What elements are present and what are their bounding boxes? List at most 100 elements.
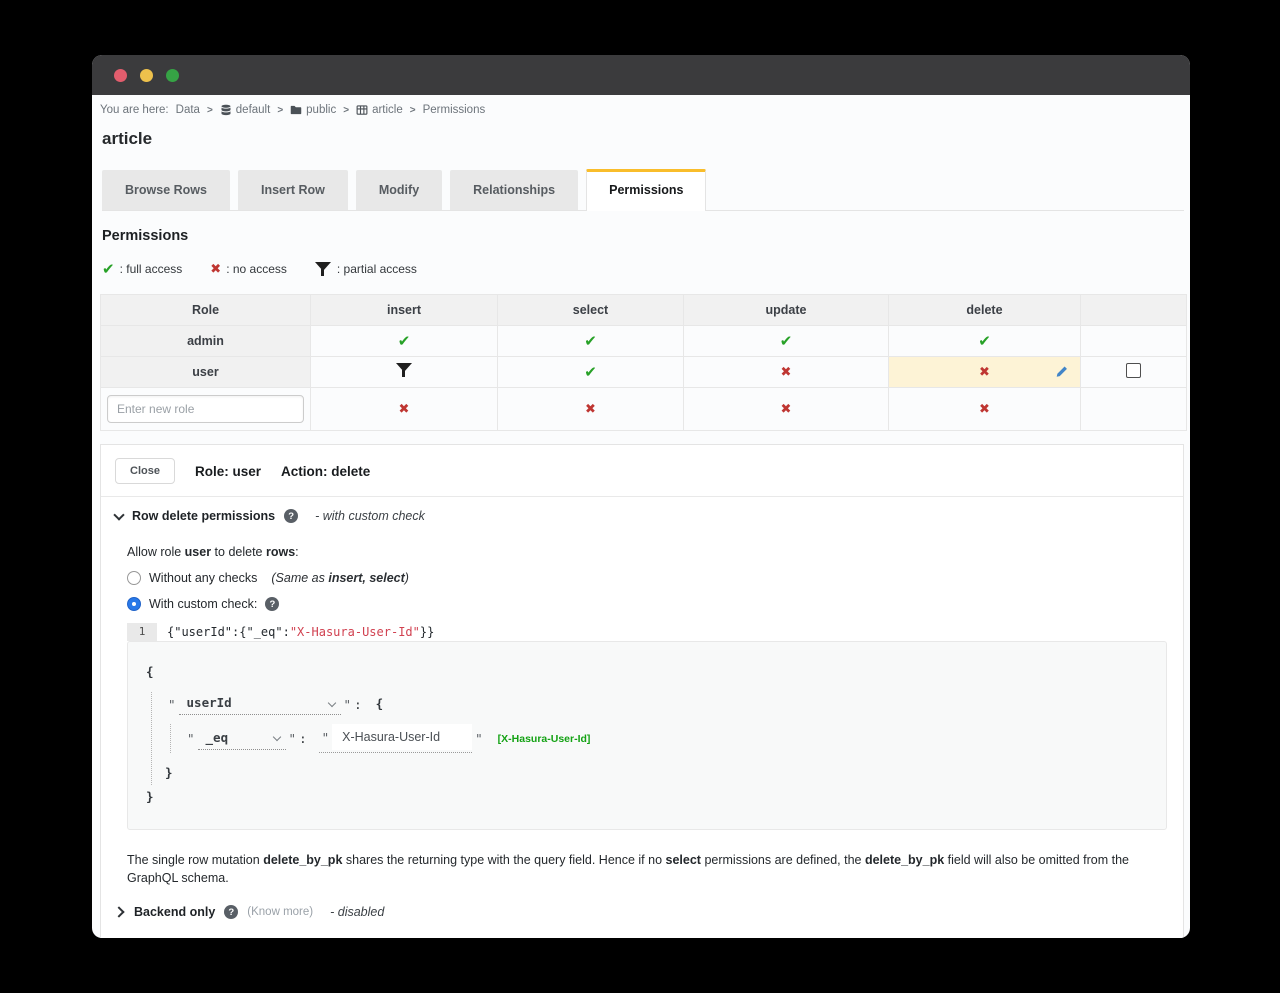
tab-permissions[interactable]: Permissions [586,169,706,211]
allow-text-part: Allow role [127,545,185,559]
allow-role-name: user [185,545,211,559]
check-code-editor[interactable]: 1 {"userId":{"_eq":"X-Hasura-User-Id"}} [127,623,1167,641]
permission-cell-new-select[interactable] [498,388,684,431]
permission-cell-admin-update[interactable] [684,326,889,357]
chevron-right-icon [113,906,124,917]
tab-modify[interactable]: Modify [356,170,442,210]
tab-browse-rows[interactable]: Browse Rows [102,170,230,210]
field-key-select[interactable]: userId [179,693,341,715]
section-status: - disabled [330,905,384,919]
editor-action-label: Action: delete [281,464,370,479]
editor-code-line: {"userId":{"_eq":"X-Hasura-User-Id"}} [157,623,434,641]
table-header-row: Role insert select update delete [101,295,1187,326]
role-cell-user: user [101,357,311,388]
breadcrumb-item-permissions[interactable]: Permissions [423,104,486,116]
permission-cell-new-insert[interactable] [311,388,498,431]
editor-header: Close Role: user Action: delete [101,445,1183,496]
session-variable-suggestion[interactable]: [X-Hasura-User-Id] [498,733,591,745]
breadcrumb-item-article[interactable]: article [356,104,403,116]
allow-text-part: to delete [211,545,266,559]
know-more-link[interactable]: (Know more) [247,906,313,918]
open-brace: { [146,660,1152,684]
backend-only-header[interactable]: Backend only ? (Know more) - disabled [115,905,1169,919]
chevron-down-icon [327,698,335,706]
table-row-admin: admin [101,326,1187,357]
role-cell-admin: admin [101,326,311,357]
breadcrumb-item-label: public [306,104,336,116]
permission-cell-new-update[interactable] [684,388,889,431]
permission-cell-user-update[interactable] [684,357,889,388]
legend-partial-access: : partial access [315,262,417,277]
close-editor-button[interactable]: Close [115,458,175,484]
quote-char: " [475,731,483,746]
permission-cell-admin-insert[interactable] [311,326,498,357]
permissions-table: Role insert select update delete admin u… [100,294,1187,431]
radio-unselected-icon[interactable] [127,571,141,585]
section-title: Backend only [134,905,215,919]
row-delete-permissions-header[interactable]: Row delete permissions ? - with custom c… [115,509,1169,523]
tab-insert-row[interactable]: Insert Row [238,170,348,210]
permission-cell-admin-delete[interactable] [889,326,1081,357]
help-icon[interactable]: ? [284,509,298,523]
column-header-insert: insert [311,295,498,326]
column-header-select: select [498,295,684,326]
allow-text-part: : [295,545,298,559]
radio-note-part: (Same as [271,571,328,585]
allow-noun: rows [266,545,295,559]
permission-cell-user-select[interactable] [498,357,684,388]
quote-char: " [289,731,297,746]
cross-icon [979,365,990,380]
cross-icon [979,402,990,417]
permission-cell-user-delete[interactable] [889,357,1081,388]
minimize-button[interactable] [140,69,153,82]
cross-icon [399,402,410,417]
operator-value: _eq [206,730,229,745]
permission-cell-user-insert[interactable] [311,357,498,388]
quote-char: " [187,731,195,746]
permission-cell-new-delete[interactable] [889,388,1081,431]
help-icon[interactable]: ? [224,905,238,919]
session-variable-input[interactable] [332,724,472,750]
breadcrumb-item-public[interactable]: public [290,104,336,116]
check-icon [102,260,115,278]
permission-cell-admin-select[interactable] [498,326,684,357]
permission-builder: { " userId " : { [127,641,1167,830]
new-role-input[interactable] [107,395,304,423]
bulk-cell-user [1081,357,1187,388]
folder-icon [290,104,302,116]
breadcrumb-separator: > [277,105,283,116]
edit-pencil-icon[interactable] [1055,366,1068,379]
close-brace: } [165,761,1152,785]
tab-relationships[interactable]: Relationships [450,170,578,210]
breadcrumb-item-label: Data [176,104,200,116]
code-token: }} [420,625,434,639]
maximize-button[interactable] [166,69,179,82]
cross-icon [585,402,596,417]
row-delete-permissions-section: Row delete permissions ? - with custom c… [101,496,1183,887]
chevron-down-icon [113,509,124,520]
breadcrumb-item-data[interactable]: Data [176,104,200,116]
legend-label: : partial access [337,262,417,276]
backend-only-section: Backend only ? (Know more) - disabled [101,887,1183,919]
option-with-custom-check[interactable]: With custom check: ? [127,597,1169,611]
breadcrumb-item-label: article [372,104,403,116]
row-select-checkbox[interactable] [1126,363,1141,378]
section-status: - with custom check [315,509,425,523]
breadcrumb-item-default[interactable]: default [220,104,271,116]
note-bold: select [666,853,701,867]
table-row-new-role [101,388,1187,431]
bulk-cell-admin [1081,326,1187,357]
legend-label: : full access [120,262,183,276]
help-icon[interactable]: ? [265,597,279,611]
note-part: shares the returning type with the query… [342,853,665,867]
breadcrumb-item-label: Permissions [423,104,486,116]
value-wrapper: " [319,724,473,753]
close-button[interactable] [114,69,127,82]
note-part: The single row mutation [127,853,263,867]
operator-select[interactable]: _eq [198,728,286,750]
option-without-checks[interactable]: Without any checks (Same as insert, sele… [127,571,1169,585]
note-part: permissions are defined, the [701,853,865,867]
column-header-role: Role [101,295,311,326]
radio-selected-icon[interactable] [127,597,141,611]
database-icon [220,104,232,116]
